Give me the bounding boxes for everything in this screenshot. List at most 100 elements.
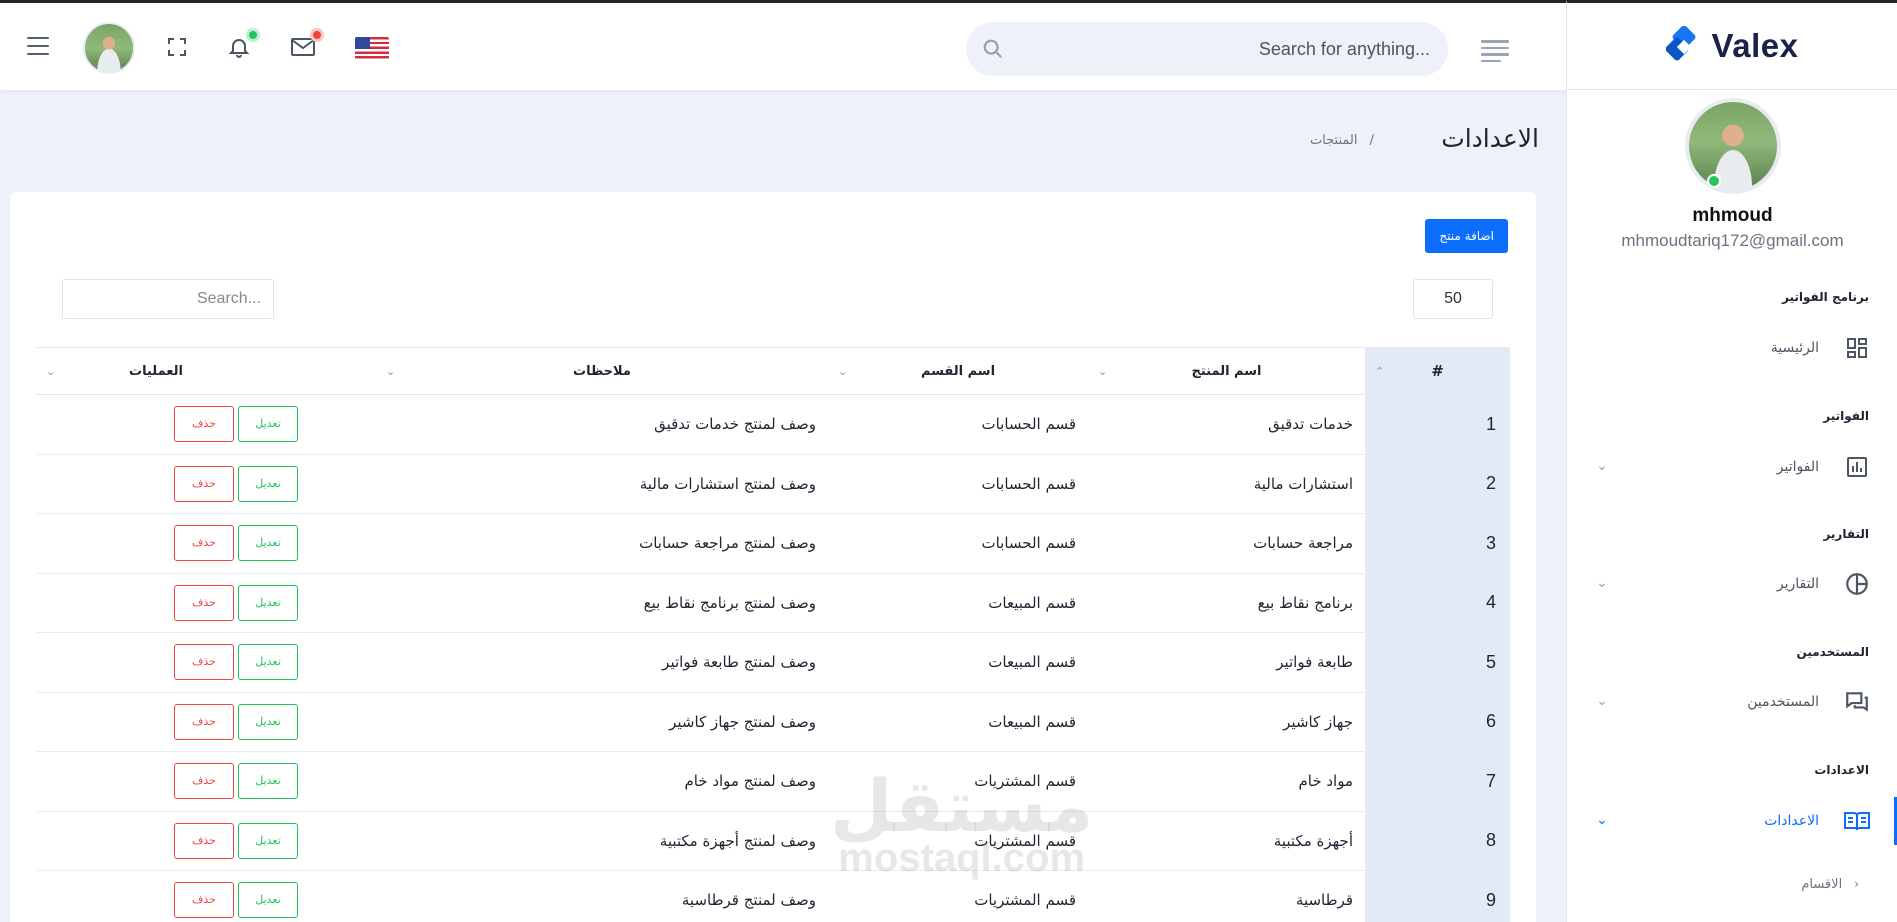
section-name-cell: قسم المبيعات (828, 573, 1088, 633)
notification-badge (246, 28, 260, 42)
section-name-cell: قسم المبيعات (828, 632, 1088, 693)
nav-section-title: المستخدمين (1796, 645, 1869, 659)
product-name-cell: قرطاسية (1088, 870, 1365, 922)
mail-icon[interactable] (289, 28, 324, 61)
product-name-cell: خدمات تدقيق (1088, 394, 1365, 455)
edit-button[interactable]: تعديل (238, 465, 298, 502)
add-product-button[interactable]: اضافة منتج (1425, 219, 1508, 253)
operations-cell: تعديلحذف (36, 811, 376, 871)
online-status-dot (1706, 174, 1721, 188)
notes-cell: وصف لمنتج خدمات تدقيق (376, 394, 828, 455)
table-search-input[interactable] (62, 279, 274, 319)
products-table: # ⌃ اسم المنتج ⌄ اسم القسم ⌄ ملاحظات ⌄ العمل… (36, 347, 1510, 922)
table-row: 7 مواد خام قسم المشتريات وصف لمنتج مواد خام… (36, 751, 1510, 812)
sidebar-item-users[interactable]: المستخدمين ⌄ (1566, 678, 1897, 726)
sort-down-icon: ⌄ (838, 365, 848, 378)
row-number: 3 (1365, 513, 1510, 574)
page-title: الاعدادات (1441, 124, 1539, 153)
section-name-cell: قسم المشتريات (828, 751, 1088, 812)
chevron-down-icon: ⌄ (1596, 458, 1608, 474)
sidebar-item-invoices[interactable]: الفواتير ⌄ (1566, 443, 1897, 491)
table-row: 4 برنامج نقاط بيع قسم المبيعات وصف لمنتج بر… (36, 573, 1510, 633)
row-number: 6 (1365, 692, 1510, 752)
notes-cell: وصف لمنتج مراجعة حسابات (376, 513, 828, 574)
edit-button[interactable]: تعديل (238, 406, 298, 443)
edit-button[interactable]: تعديل (238, 763, 298, 800)
header-avatar[interactable] (83, 22, 135, 74)
edit-button[interactable]: تعديل (238, 644, 298, 681)
chevron-down-icon: ⌄ (1596, 812, 1608, 828)
column-header-product[interactable]: اسم المنتج ⌄ (1088, 347, 1365, 395)
column-header-label: اسم المنتج (1191, 363, 1262, 379)
row-number: 4 (1365, 573, 1510, 633)
product-name-cell: برنامج نقاط بيع (1088, 573, 1365, 633)
column-header-section[interactable]: اسم القسم ⌄ (828, 347, 1088, 395)
sort-up-icon: ⌃ (1375, 365, 1385, 378)
table-row: 2 استشارات مالية قسم الحسابات وصف لمنتج است… (36, 454, 1510, 514)
breadcrumb-separator: / (1369, 133, 1374, 148)
us-flag-icon[interactable] (355, 37, 389, 59)
sidebar-item-settings[interactable]: الاعدادات ⌄ (1566, 797, 1897, 845)
notes-cell: وصف لمنتج طابعة فواتير (376, 632, 828, 693)
fullscreen-icon[interactable] (163, 33, 191, 61)
edit-button[interactable]: تعديل (238, 584, 298, 621)
row-number: 8 (1365, 811, 1510, 871)
bell-icon[interactable] (225, 28, 260, 61)
nav-section-title: التقارير (1823, 527, 1869, 541)
column-header-label: العمليات (129, 363, 183, 379)
column-header-notes[interactable]: ملاحظات ⌄ (376, 347, 828, 395)
table-row: 3 مراجعة حسابات قسم الحسابات وصف لمنتج مراج… (36, 513, 1510, 574)
menu-icon[interactable] (27, 37, 49, 61)
products-card: اضافة منتج 50 #⌃ اسم المنتج⌄ اسم القسم⌄ … (10, 192, 1536, 922)
row-number: 9 (1365, 870, 1510, 922)
notes-cell: وصف لمنتج مواد خام (376, 751, 828, 812)
edit-button[interactable]: تعديل (238, 822, 298, 859)
operations-cell: تعديلحذف (36, 751, 376, 812)
delete-button[interactable]: حذف (174, 882, 234, 919)
delete-button[interactable]: حذف (174, 525, 234, 562)
sort-down-icon: ⌄ (46, 365, 56, 378)
product-name-cell: مواد خام (1088, 751, 1365, 812)
operations-cell: تعديلحذف (36, 573, 376, 633)
profile-avatar[interactable] (1684, 98, 1781, 194)
sidebar-item-reports[interactable]: التقارير ⌄ (1566, 560, 1897, 608)
notes-cell: وصف لمنتج استشارات مالية (376, 454, 828, 514)
section-name-cell: قسم المشتريات (828, 811, 1088, 871)
edit-button[interactable]: تعديل (238, 525, 298, 562)
global-search-input[interactable] (1014, 22, 1430, 76)
edit-button[interactable]: تعديل (238, 882, 298, 919)
delete-button[interactable]: حذف (174, 703, 234, 740)
list-icon[interactable] (1481, 40, 1509, 66)
sidebar-item-home[interactable]: الرئيسية (1566, 324, 1897, 372)
bar-chart-icon (1843, 453, 1871, 481)
table-row: 9 قرطاسية قسم المشتريات وصف لمنتج قرطاسية تع… (36, 870, 1510, 922)
sidebar-item-label: الفواتير (1776, 459, 1819, 475)
product-name-cell: أجهزة مكتبية (1088, 811, 1365, 871)
delete-button[interactable]: حذف (174, 763, 234, 800)
search-icon[interactable] (982, 38, 1004, 64)
page-length-select[interactable]: 50 (1413, 279, 1493, 319)
breadcrumb-current[interactable]: المنتجات (1310, 133, 1358, 148)
notes-cell: وصف لمنتج جهاز كاشير (376, 692, 828, 752)
column-header-number[interactable]: # ⌃ (1365, 347, 1510, 395)
delete-button[interactable]: حذف (174, 584, 234, 621)
notes-cell: وصف لمنتج قرطاسية (376, 870, 828, 922)
column-header-operations[interactable]: العمليات ⌄ (36, 347, 376, 395)
book-icon (1843, 807, 1871, 835)
table-row: 5 طابعة فواتير قسم المبيعات وصف لمنتج طابعة… (36, 632, 1510, 693)
sidebar-subitem-sections[interactable]: ‹ الاقسام (1566, 869, 1897, 899)
breadcrumb: / المنتجات (1310, 133, 1374, 148)
sidebar-item-label: الرئيسية (1770, 340, 1819, 356)
nav-section-title: الاعدادات (1814, 763, 1869, 777)
valex-logo-icon (1665, 25, 1706, 66)
brand-logo[interactable]: Valex (1567, 3, 1897, 90)
product-name-cell: جهاز كاشير (1088, 692, 1365, 752)
sidebar-item-label: الاعدادات (1764, 813, 1819, 829)
delete-button[interactable]: حذف (174, 406, 234, 443)
delete-button[interactable]: حذف (174, 644, 234, 681)
delete-button[interactable]: حذف (174, 822, 234, 859)
chevron-down-icon: ⌄ (1596, 575, 1608, 591)
nav-section-title: الفواتير (1823, 409, 1869, 423)
edit-button[interactable]: تعديل (238, 703, 298, 740)
delete-button[interactable]: حذف (174, 465, 234, 502)
